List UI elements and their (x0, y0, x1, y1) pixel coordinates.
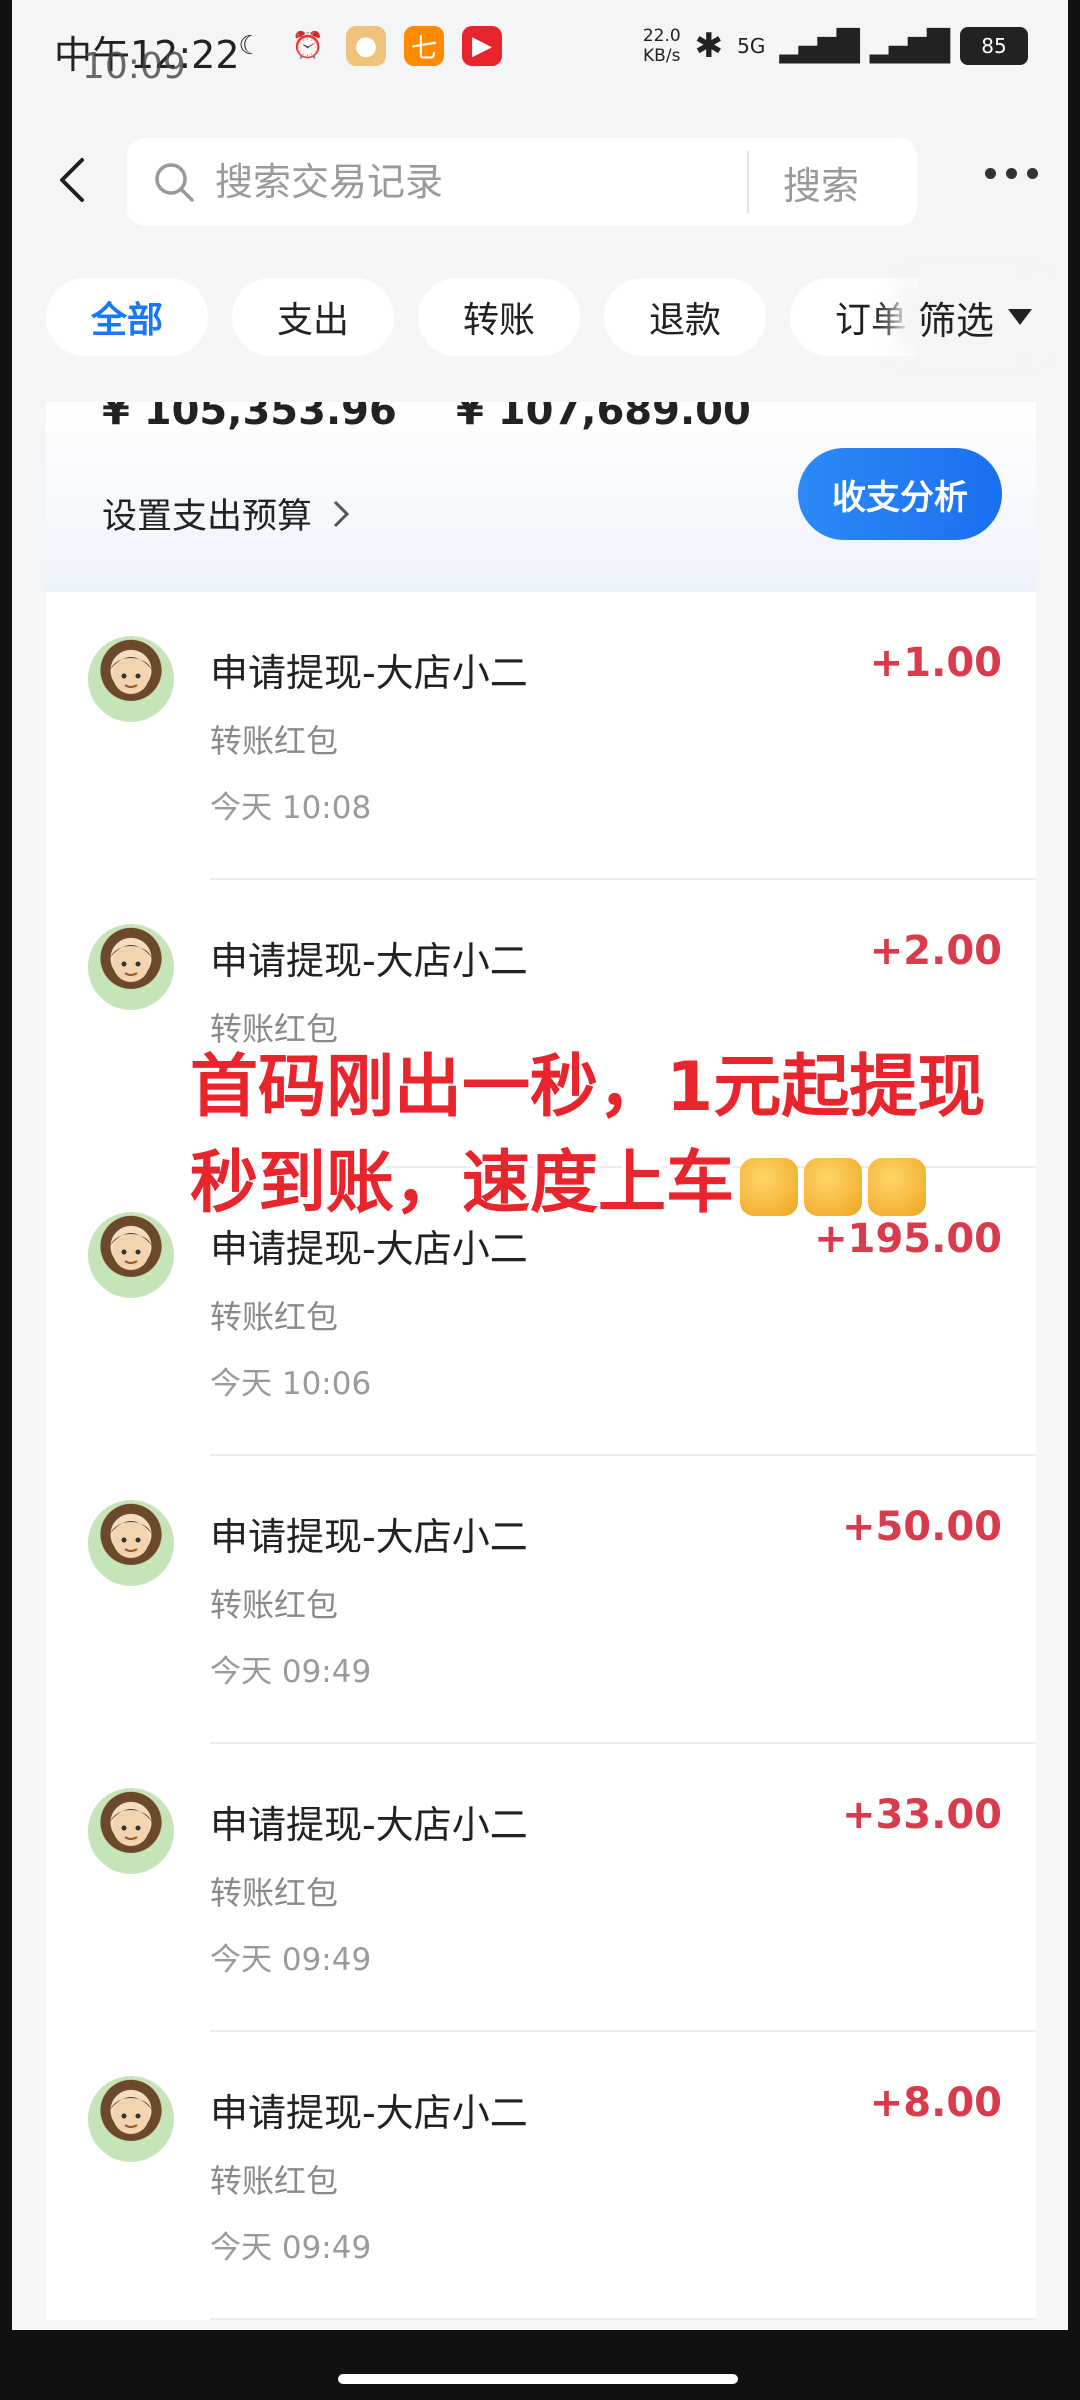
app-notification-icon: ● (346, 26, 386, 66)
filter-button[interactable]: 筛选 (918, 278, 1068, 356)
avatar (88, 1788, 174, 1874)
filter-label: 筛选 (918, 298, 995, 343)
transaction-type: 转账红包 (210, 1874, 339, 1912)
signal-icon: ▂▄▆█ (869, 28, 950, 64)
transaction-title: 申请提现-大店小二 (210, 651, 528, 695)
budget-link[interactable]: 设置支出预算 (102, 488, 352, 539)
avatar (88, 2076, 174, 2162)
transaction-amount: +2.00 (869, 928, 1002, 974)
transaction-type: 转账红包 (210, 1586, 339, 1624)
app-notification-icon: 七 (404, 26, 444, 66)
status-right-icons: 22.0 KB/s ✱ 5G ▂▄▆█ ▂▄▆█ 85 (643, 26, 1028, 66)
tab-refund[interactable]: 退款 (604, 278, 766, 356)
avatar-cartoon-icon (110, 657, 152, 694)
transaction-row[interactable]: 申请提现-大店小二转账红包今天 10:08 +1.00 (46, 592, 1036, 880)
overlay-line-2: 秒到账，速度上车 (190, 1136, 1010, 1232)
phone-screen: 中午12:22 10:09 ☾ ⏰ ● 七 ▶ 22.0 KB/s ✱ 5G ▂… (12, 0, 1068, 2330)
dot-icon (1027, 168, 1038, 179)
signal-icon: ▂▄▆█ (779, 28, 859, 64)
transaction-title: 申请提现-大店小二 (210, 2091, 528, 2135)
top-bar: 搜索 (12, 130, 1068, 230)
search-input[interactable] (213, 159, 747, 205)
transaction-amount: +50.00 (841, 1504, 1002, 1550)
transaction-type: 转账红包 (210, 1298, 339, 1336)
summary-card: ¥ 105,353.96 ¥ 107,689.00 设置支出预算 收支分析 (46, 402, 1036, 592)
income-total: ¥ 107,689.00 (456, 402, 751, 434)
avatar-cartoon-icon (110, 1521, 152, 1558)
transaction-time: 今天 09:49 (210, 2230, 372, 2266)
avatar-cartoon-icon (110, 945, 152, 982)
transaction-list: 申请提现-大店小二 转账红包 今天 10:08 +1.00 申请提现-大店小二 转账红包 +… (46, 592, 1036, 2320)
avatar (88, 1212, 174, 1298)
tab-expense[interactable]: 支出 (232, 278, 394, 356)
row-divider (210, 2318, 1036, 2320)
avatar (88, 1500, 174, 1586)
bluetooth-icon: ✱ (694, 26, 724, 66)
transaction-title: 申请提现-大店小二 (210, 939, 528, 983)
transaction-time: 今天 09:49 (210, 1942, 372, 1978)
alarm-icon: ⏰ (291, 31, 325, 61)
signal-label: 5G (737, 34, 766, 58)
avatar-cartoon-icon (110, 1233, 152, 1270)
status-time-ghost: 10:09 (82, 46, 186, 87)
avatar-cartoon-icon (110, 2097, 152, 2134)
overlay-line-2-text: 秒到账，速度上车 (190, 1144, 735, 1223)
filter-tabs: 全部 支出 转账 退款 订单 筛选 (12, 278, 1068, 358)
analysis-button[interactable]: 收支分析 (798, 448, 1002, 540)
back-button[interactable] (44, 150, 104, 210)
back-arrow-icon (60, 158, 84, 202)
transaction-time: 今天 10:08 (210, 790, 372, 826)
fist-emoji-icon (868, 1158, 927, 1217)
battery-icon: 85 (960, 27, 1028, 65)
fist-emoji-icon (804, 1158, 863, 1217)
home-indicator[interactable] (338, 2374, 738, 2384)
expense-total: ¥ 105,353.96 (102, 402, 397, 434)
network-speed: 22.0 KB/s (642, 26, 681, 66)
dot-icon (1006, 168, 1017, 179)
fist-emoji-icon (740, 1158, 799, 1217)
transaction-title: 申请提现-大店小二 (210, 1515, 528, 1559)
transaction-time: 今天 09:49 (210, 1654, 372, 1690)
promo-overlay-caption: 首码刚出一秒，1元起提现 秒到账，速度上车 (190, 1040, 1010, 1232)
status-bar: 中午12:22 10:09 ☾ ⏰ ● 七 ▶ 22.0 KB/s ✱ 5G ▂… (12, 0, 1068, 110)
transaction-amount: +33.00 (841, 1792, 1002, 1838)
triangle-down-icon (1008, 309, 1033, 325)
chevron-right-icon (333, 500, 350, 527)
avatar (88, 924, 174, 1010)
search-box[interactable]: 搜索 (127, 138, 917, 226)
overlay-line-1: 首码刚出一秒，1元起提现 (190, 1048, 986, 1127)
video-app-icon: ▶ (462, 26, 502, 66)
avatar-cartoon-icon (110, 1809, 152, 1846)
transaction-amount: +8.00 (869, 2080, 1002, 2126)
transaction-title: 申请提现-大店小二 (210, 1803, 528, 1847)
tab-transfer[interactable]: 转账 (418, 278, 580, 356)
transaction-time: 今天 10:06 (210, 1366, 372, 1402)
notification-icons: ☾ ⏰ ● 七 ▶ (230, 26, 502, 66)
avatar (88, 636, 174, 722)
more-options-button[interactable] (985, 168, 1038, 179)
budget-label: 设置支出预算 (102, 497, 313, 537)
search-button[interactable]: 搜索 (749, 155, 893, 210)
moon-icon: ☾ (238, 31, 262, 61)
transaction-row[interactable]: 申请提现-大店小二转账红包今天 09:49 +33.00 (46, 1744, 1036, 2032)
transaction-row[interactable]: 申请提现-大店小二转账红包今天 09:49 +50.00 (46, 1456, 1036, 1744)
tab-all[interactable]: 全部 (46, 278, 208, 356)
search-icon (155, 163, 194, 202)
transaction-type: 转账红包 (210, 2162, 339, 2200)
transaction-row[interactable]: 申请提现-大店小二转账红包今天 09:49 +8.00 (46, 2032, 1036, 2320)
transaction-amount: +1.00 (869, 640, 1002, 686)
dot-icon (985, 168, 996, 179)
transaction-type: 转账红包 (210, 722, 339, 760)
